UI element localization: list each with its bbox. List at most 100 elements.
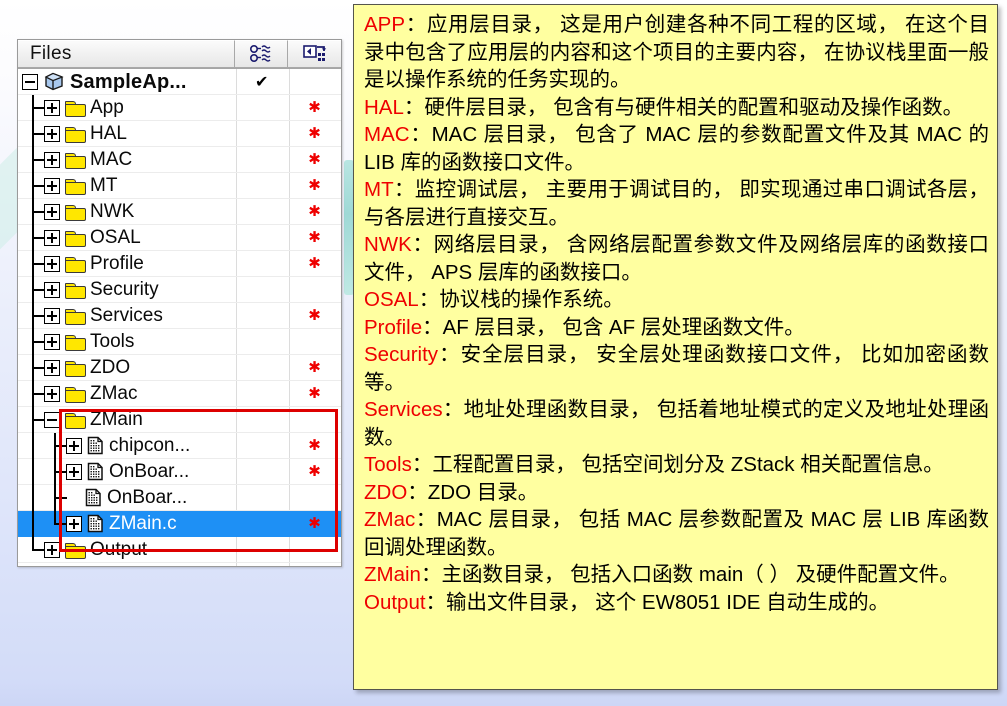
folder-icon (65, 334, 86, 351)
tree-row-name-cell: ZDO (18, 354, 235, 381)
expand-expander-icon[interactable] (44, 541, 60, 558)
expand-expander-icon[interactable] (44, 177, 60, 194)
collapse-expander-icon[interactable] (22, 73, 38, 90)
make-target-icon[interactable] (288, 40, 341, 68)
expand-expander-icon[interactable] (44, 151, 60, 168)
tree-row-star-cell (288, 537, 341, 563)
tree-row[interactable]: MAC ✱ (18, 146, 341, 173)
description-term: Profile (364, 315, 423, 339)
tree-row[interactable]: ZDO ✱ (18, 354, 341, 381)
files-column-header[interactable]: Files (18, 40, 235, 68)
modified-star-icon: ✱ (308, 98, 321, 116)
tree-guide (22, 302, 45, 329)
modified-star-icon: ✱ (308, 436, 321, 454)
tree-guide (22, 458, 44, 485)
tree-row[interactable]: ZMain.c ✱ (18, 510, 341, 537)
tree-row[interactable]: Output (18, 536, 341, 563)
files-panel: Files SampleAp... ✔ App ✱ HAL ✱ MAC ✱ MT… (17, 39, 342, 567)
description-text: ：输出文件目录， 这个 EW8051 IDE 自动生成的。 (425, 590, 890, 614)
description-text: ：硬件层目录， 包含有与硬件相关的配置和驱动及操作函数。 (403, 95, 964, 119)
collapse-expander-icon[interactable] (44, 411, 60, 428)
tree-row[interactable]: Tools (18, 328, 341, 355)
tree-guide (22, 536, 45, 563)
tree-row-check-cell (235, 433, 288, 459)
tree-row-star-cell: ✱ (288, 225, 341, 251)
tree-row-name-cell: Tools (18, 328, 235, 355)
expand-expander-icon[interactable] (44, 281, 60, 298)
description-entry: ZDO：ZDO 目录。 (364, 479, 989, 507)
folder-icon (65, 230, 86, 247)
expand-expander-icon[interactable] (44, 385, 60, 402)
tree-row-name-cell: NWK (18, 198, 235, 225)
tree-row-name-cell: ZMain.c (18, 510, 236, 537)
tree-row[interactable]: MT ✱ (18, 172, 341, 199)
modified-star-icon: ✱ (308, 176, 321, 194)
tree-row-check-cell (235, 173, 288, 199)
expand-expander-icon[interactable] (44, 203, 60, 220)
description-term: APP (364, 13, 406, 36)
tree-row[interactable]: NWK ✱ (18, 198, 341, 225)
file-tree[interactable]: SampleAp... ✔ App ✱ HAL ✱ MAC ✱ MT ✱ NWK ✱ OSAL ✱ Pr… (18, 69, 341, 566)
tree-row-star-cell: ✱ (288, 459, 341, 485)
tree-row[interactable]: chipcon... ✱ (18, 432, 341, 459)
expand-expander-icon[interactable] (44, 333, 60, 350)
folder-icon (65, 360, 86, 377)
tree-guide (22, 432, 44, 459)
tree-row-check-cell (235, 537, 288, 563)
modified-star-icon: ✱ (308, 384, 321, 402)
tree-row-label: Services (90, 305, 163, 326)
folder-icon (65, 282, 86, 299)
tree-row[interactable]: OSAL ✱ (18, 224, 341, 251)
tree-row[interactable]: ZMac ✱ (18, 380, 341, 407)
folder-icon (65, 152, 86, 169)
tree-row[interactable]: ZMain (18, 406, 341, 433)
folder-icon (65, 178, 86, 195)
tree-row-star-cell (288, 407, 341, 433)
tree-row-name-cell: SampleAp... (18, 69, 235, 95)
expand-expander-icon[interactable] (44, 307, 60, 324)
tree-row[interactable]: Security (18, 276, 341, 303)
check-icon: ✔ (255, 71, 269, 91)
tree-guide (44, 458, 67, 485)
link-nodes-icon[interactable] (235, 40, 288, 68)
description-text: ：ZDO 目录。 (407, 480, 539, 504)
tree-row[interactable]: OnBoar... (18, 484, 341, 511)
tree-row-check-cell (235, 485, 288, 511)
tree-row[interactable]: Services ✱ (18, 302, 341, 329)
expand-expander-icon[interactable] (44, 99, 60, 116)
tree-row-star-cell: ✱ (288, 433, 341, 459)
tree-row-star-cell: ✱ (288, 303, 341, 329)
description-term: ZMain (364, 563, 421, 586)
expand-expander-icon[interactable] (66, 515, 82, 532)
description-term: ZMac (364, 508, 416, 531)
tree-row-check-cell (235, 251, 288, 277)
tree-row-name-cell: ZMac (18, 380, 235, 407)
tree-guide (22, 146, 45, 173)
folder-icon (65, 412, 86, 429)
tree-row-star-cell: ✱ (288, 381, 341, 407)
tree-row-name-cell: Output (18, 536, 235, 563)
tree-row-check-cell (235, 329, 288, 355)
description-text: ：协议栈的操作系统。 (418, 288, 624, 311)
expand-expander-icon[interactable] (66, 437, 82, 454)
folder-icon (65, 542, 86, 559)
expand-expander-icon[interactable] (66, 463, 82, 480)
description-text: ：地址处理函数目录， 包括着地址模式的定义及地址处理函数。 (364, 398, 989, 449)
files-column-header-label: Files (30, 43, 72, 64)
expand-expander-icon[interactable] (44, 255, 60, 272)
tree-row-label: NWK (90, 201, 135, 222)
tree-guide (22, 172, 45, 199)
tree-row-label: ZMac (90, 383, 138, 404)
tree-row-label: ZMain.c (109, 513, 177, 534)
description-term: HAL (364, 95, 404, 119)
tree-row[interactable]: App ✱ (18, 94, 341, 121)
expand-expander-icon[interactable] (44, 229, 60, 246)
tree-row-check-cell (235, 95, 288, 121)
tree-row[interactable]: OnBoar... ✱ (18, 458, 341, 485)
tree-row[interactable]: Profile ✱ (18, 250, 341, 277)
expand-expander-icon[interactable] (44, 125, 60, 142)
tree-row-root[interactable]: SampleAp... ✔ (18, 69, 341, 95)
tree-row[interactable]: HAL ✱ (18, 120, 341, 147)
modified-star-icon: ✱ (308, 124, 321, 142)
expand-expander-icon[interactable] (44, 359, 60, 376)
